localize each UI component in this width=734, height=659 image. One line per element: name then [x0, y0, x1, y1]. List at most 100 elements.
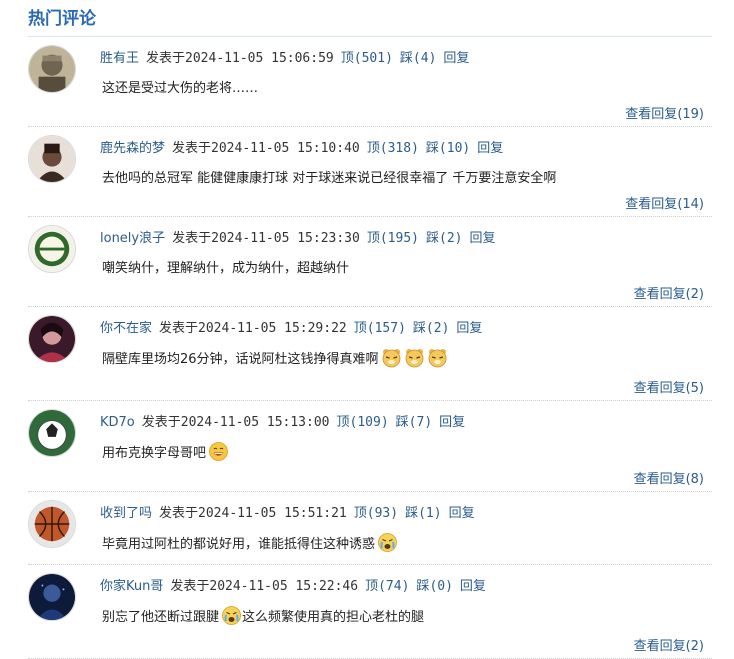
reply-count: (19)	[677, 107, 704, 122]
user-avatar[interactable]	[28, 315, 76, 363]
downvote-count: (7)	[408, 415, 433, 430]
user-avatar[interactable]	[28, 225, 76, 273]
comment-text: 去他吗的总冠军 能健健康康打球 对于球迷来说已经很幸福了 千万要注意安全啊	[102, 167, 556, 186]
view-replies-label: 查看回复	[633, 472, 686, 487]
username-link[interactable]: KD7o	[100, 415, 135, 430]
upvote-count: (157)	[366, 321, 406, 336]
downvote-link[interactable]: 踩(7)	[396, 415, 433, 430]
posted-label: 发表于	[172, 141, 212, 156]
downvote-label: 踩	[426, 231, 440, 246]
downvote-count: (2)	[439, 231, 463, 246]
downvote-link[interactable]: 踩(4)	[400, 51, 437, 66]
upvote-label: 顶	[366, 141, 380, 156]
crying-face-icon	[377, 532, 398, 553]
downvote-link[interactable]: 踩(1)	[405, 506, 442, 521]
timestamp: 2024-11-05 15:51:21	[198, 506, 347, 521]
upvote-link[interactable]: 顶(109)	[337, 415, 389, 430]
bear-face-icon	[381, 347, 402, 368]
view-replies-label: 查看回复	[625, 107, 678, 122]
username-link[interactable]: 收到了吗	[100, 506, 152, 521]
username-link[interactable]: 鹿先森的梦	[100, 141, 165, 156]
view-replies-link[interactable]: 查看回复(14)	[625, 193, 704, 212]
view-replies-link[interactable]: 查看回复(5)	[634, 377, 704, 396]
user-avatar[interactable]	[28, 573, 76, 621]
view-replies-link[interactable]: 查看回复(2)	[634, 283, 704, 302]
posted-label: 发表于	[159, 321, 199, 336]
timestamp: 2024-11-05 15:10:40	[211, 141, 360, 156]
upvote-count: (318)	[379, 141, 419, 156]
section-header: 热门评论	[28, 6, 712, 37]
reply-count: (2)	[685, 639, 704, 654]
upvote-count: (74)	[378, 579, 410, 594]
comment-body: 嘲笑纳什，理解纳什，成为纳什，超越纳什	[102, 261, 350, 276]
downvote-count: (0)	[429, 579, 453, 594]
downvote-link[interactable]: 踩(2)	[426, 231, 463, 246]
posted-label: 发表于	[141, 415, 181, 430]
downvote-label: 踩	[425, 141, 439, 156]
comment-body-continued: 这么频繁使用真的担心老杜的腿	[242, 610, 425, 625]
comment-body: 用布克换字母哥吧	[102, 446, 207, 461]
upvote-label: 顶	[353, 506, 367, 521]
comment-item: 鹿先森的梦 发表于2024-11-05 15:10:40 顶(318) 踩(10) 回复…	[28, 127, 712, 217]
downvote-count: (2)	[425, 321, 450, 336]
upvote-label: 顶	[366, 231, 380, 246]
posted-label: 发表于	[146, 51, 186, 66]
view-replies-link[interactable]: 查看回复(8)	[634, 468, 704, 487]
comment-text: 用布克换字母哥吧	[102, 441, 229, 462]
downvote-label: 踩	[416, 579, 430, 594]
downvote-count: (10)	[438, 141, 471, 156]
username-link[interactable]: 你家Kun哥	[100, 579, 163, 594]
downvote-count: (1)	[418, 506, 442, 521]
comment-text: 这还是受过大伤的老将……	[102, 77, 258, 96]
comment-item: 胜有王 发表于2024-11-05 15:06:59 顶(501) 踩(4) 回复 这还…	[28, 37, 712, 127]
comment-meta: 鹿先森的梦 发表于2024-11-05 15:10:40 顶(318) 踩(10) 回复	[100, 137, 503, 156]
reply-link[interactable]: 回复	[443, 51, 469, 66]
reply-count: (8)	[685, 472, 704, 487]
comment-text: 毕竟用过阿杜的都说好用，谁能抵得住这种诱惑	[102, 532, 398, 553]
upvote-link[interactable]: 顶(93)	[354, 506, 398, 521]
upvote-link[interactable]: 顶(318)	[367, 141, 419, 156]
posted-label: 发表于	[159, 506, 199, 521]
user-avatar[interactable]	[28, 409, 76, 457]
comment-item: 收到了吗 发表于2024-11-05 15:51:21 顶(93) 踩(1) 回复 毕竟…	[28, 492, 712, 565]
reply-count: (5)	[685, 381, 704, 396]
upvote-link[interactable]: 顶(195)	[367, 231, 419, 246]
grin-face-icon	[208, 441, 229, 462]
comment-text: 别忘了他还断过跟腱 这么频繁使用真的担心老杜的腿	[102, 605, 424, 626]
comment-item: lonely浪子 发表于2024-11-05 15:23:30 顶(195) 踩(2)…	[28, 217, 712, 307]
reply-link[interactable]: 回复	[470, 231, 496, 246]
posted-label: 发表于	[170, 579, 210, 594]
downvote-link[interactable]: 踩(2)	[413, 321, 450, 336]
section-title: 热门评论	[28, 9, 96, 29]
user-avatar[interactable]	[28, 45, 76, 93]
reply-link[interactable]: 回复	[460, 579, 486, 594]
downvote-link[interactable]: 踩(0)	[416, 579, 453, 594]
user-avatar[interactable]	[28, 135, 76, 183]
downvote-label: 踩	[395, 415, 409, 430]
view-replies-link[interactable]: 查看回复(2)	[634, 635, 704, 654]
upvote-count: (109)	[349, 415, 389, 430]
upvote-count: (195)	[379, 231, 419, 246]
upvote-label: 顶	[365, 579, 379, 594]
view-replies-label: 查看回复	[633, 639, 686, 654]
comment-meta: 你家Kun哥 发表于2024-11-05 15:22:46 顶(74) 踩(0) 回复	[100, 575, 486, 594]
upvote-count: (501)	[353, 51, 393, 66]
user-avatar[interactable]	[28, 500, 76, 548]
upvote-link[interactable]: 顶(74)	[365, 579, 409, 594]
reply-link[interactable]: 回复	[449, 506, 475, 521]
downvote-label: 踩	[412, 321, 426, 336]
downvote-label: 踩	[399, 51, 413, 66]
username-link[interactable]: 胜有王	[100, 51, 139, 66]
username-link[interactable]: 你不在家	[100, 321, 152, 336]
crying-face-icon	[221, 605, 242, 626]
view-replies-link[interactable]: 查看回复(19)	[625, 103, 704, 122]
upvote-link[interactable]: 顶(501)	[341, 51, 393, 66]
downvote-link[interactable]: 踩(10)	[426, 141, 470, 156]
view-replies-label: 查看回复	[633, 381, 686, 396]
username-link[interactable]: lonely浪子	[100, 231, 165, 246]
reply-link[interactable]: 回复	[477, 141, 503, 156]
reply-link[interactable]: 回复	[439, 415, 465, 430]
comment-meta: 胜有王 发表于2024-11-05 15:06:59 顶(501) 踩(4) 回复	[100, 47, 469, 66]
reply-link[interactable]: 回复	[456, 321, 482, 336]
upvote-link[interactable]: 顶(157)	[354, 321, 406, 336]
